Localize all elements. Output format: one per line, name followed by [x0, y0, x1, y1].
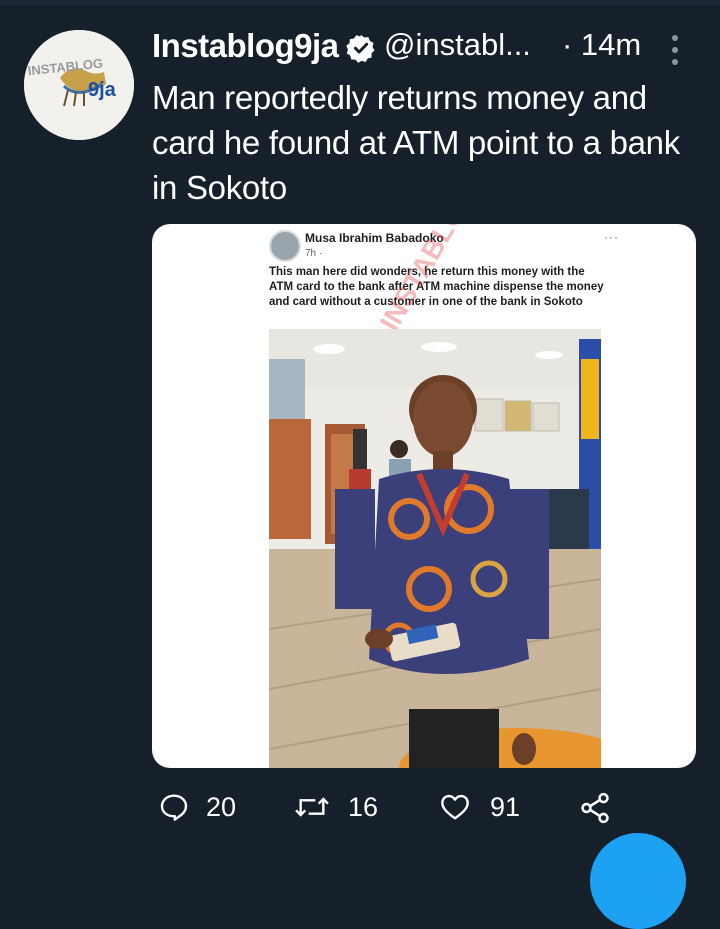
tweet-media-image[interactable]: Musa Ibrahim Babadoko 7h · ··· This man … — [152, 224, 696, 768]
retweet-count: 16 — [348, 792, 379, 822]
embedded-photo — [269, 329, 601, 768]
more-vertical-icon[interactable] — [670, 32, 680, 68]
reply-count: 20 — [206, 792, 237, 822]
author-name[interactable]: Instablog9ja — [152, 27, 339, 65]
instablog-logo: INSTABLOG 9ja — [24, 30, 134, 140]
compose-fab-button[interactable] — [590, 833, 686, 929]
tweet-header: Instablog9ja @instabl... · 14m — [152, 24, 700, 74]
author-avatar[interactable]: INSTABLOG 9ja — [24, 30, 134, 140]
reply-icon — [160, 794, 188, 821]
tweet-timestamp[interactable]: · 14m — [562, 27, 641, 63]
embedded-post-more: ··· — [604, 230, 619, 244]
top-divider — [0, 0, 720, 6]
like-count: 91 — [490, 792, 521, 822]
tweet-text: Man reportedly returns money and card he… — [152, 79, 680, 206]
verified-badge-icon — [346, 34, 375, 63]
logo-text-bottom: 9ja — [88, 79, 117, 101]
retweet-icon — [295, 797, 329, 817]
embedded-post-text: This man here did wonders, he return thi… — [269, 266, 604, 308]
author-handle[interactable]: @instabl... — [384, 27, 531, 63]
share-icon — [581, 792, 609, 824]
tweet-actions: 20 16 91 — [152, 786, 712, 830]
embedded-post-avatar — [269, 230, 301, 262]
bank-scene-illustration — [269, 329, 601, 768]
heart-icon — [441, 794, 469, 820]
embedded-post-time: 7h · — [305, 248, 323, 259]
